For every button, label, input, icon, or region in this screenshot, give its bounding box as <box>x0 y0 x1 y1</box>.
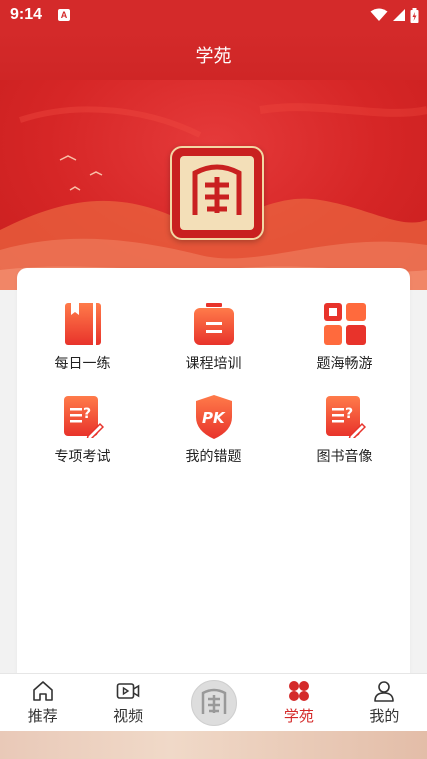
menu-label: 图书音像 <box>316 448 373 464</box>
signal-icon <box>393 9 405 21</box>
bottom-nav: 推荐 视频 学苑 我的 <box>0 673 427 731</box>
nav-item-mine[interactable]: 我的 <box>342 674 427 731</box>
seal-glyph-icon <box>201 688 226 714</box>
home-icon <box>32 680 53 701</box>
menu-label: 专项考试 <box>54 448 111 464</box>
user-icon <box>374 680 395 702</box>
page-title: 学苑 <box>195 46 232 66</box>
title-bar: 学苑 <box>0 30 427 80</box>
nav-item-academy[interactable]: 学苑 <box>256 674 341 731</box>
center-logo <box>190 679 237 726</box>
status-icons <box>370 7 419 23</box>
nav-label: 视频 <box>113 707 144 725</box>
exam-edit-icon: ? <box>61 395 105 439</box>
svg-text:?: ? <box>83 406 91 422</box>
menu-item-daily-practice[interactable]: 每日一练 <box>17 302 148 373</box>
menu-grid: 每日一练 课程培训 题海畅游 ? 专项考试 PK 我的错题 ? 图书音像 <box>17 302 410 466</box>
clover-icon <box>288 680 309 701</box>
nav-label: 学苑 <box>283 707 314 725</box>
status-bar: 9:14 A <box>0 0 427 30</box>
menu-item-course-training[interactable]: 课程培训 <box>148 302 279 373</box>
seal-glyph-icon <box>192 164 242 215</box>
svg-text:?: ? <box>345 406 353 422</box>
notebook-icon <box>61 302 105 346</box>
book-edit-icon: ? <box>323 395 367 439</box>
menu-item-books-media[interactable]: ? 图书音像 <box>279 395 410 466</box>
video-icon <box>116 682 140 699</box>
menu-label: 每日一练 <box>54 355 111 371</box>
battery-icon <box>410 7 419 23</box>
banner <box>0 80 427 290</box>
grid-icon <box>323 302 367 346</box>
svg-text:PK: PK <box>202 409 226 427</box>
seal-logo <box>170 146 264 240</box>
nav-item-center[interactable] <box>171 674 256 731</box>
notification-badge: A <box>58 9 71 21</box>
menu-label: 我的错题 <box>185 448 242 464</box>
wifi-icon <box>370 8 388 21</box>
menu-item-question-sea[interactable]: 题海畅游 <box>279 302 410 373</box>
pk-shield-icon: PK <box>192 395 236 439</box>
menu-label: 题海畅游 <box>316 355 373 371</box>
menu-item-wrong-questions[interactable]: PK 我的错题 <box>148 395 279 466</box>
status-time: 9:14 <box>10 6 43 23</box>
nav-label: 推荐 <box>27 707 58 725</box>
briefcase-icon <box>192 302 236 346</box>
menu-label: 课程培训 <box>185 355 242 371</box>
menu-item-special-exam[interactable]: ? 专项考试 <box>17 395 148 466</box>
nav-item-recommend[interactable]: 推荐 <box>0 674 85 731</box>
nav-item-video[interactable]: 视频 <box>85 674 170 731</box>
menu-card: 每日一练 课程培训 题海畅游 ? 专项考试 PK 我的错题 ? 图书音像 <box>17 268 410 698</box>
nav-label: 我的 <box>369 707 400 725</box>
bottom-decor-strip <box>0 731 427 759</box>
